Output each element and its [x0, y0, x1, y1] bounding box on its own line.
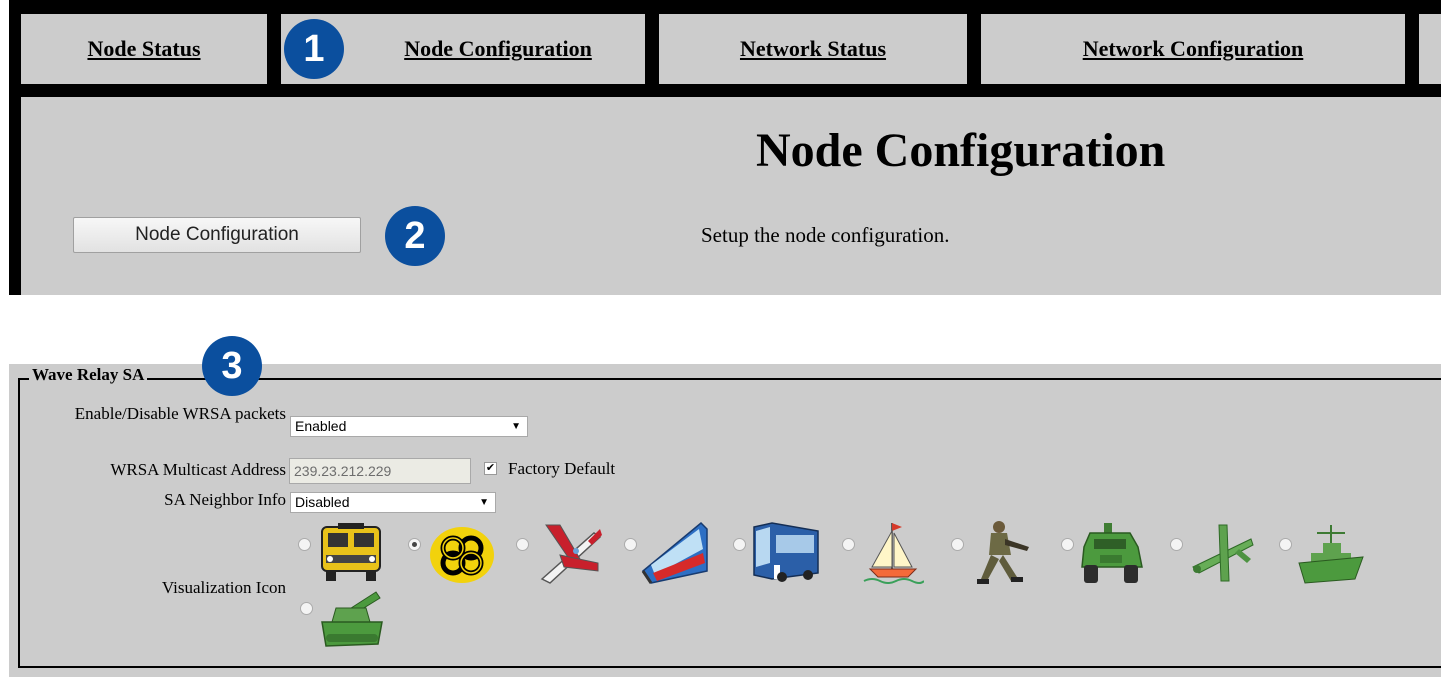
train-icon[interactable] — [641, 519, 709, 585]
factory-default-checkbox[interactable]: ✔ — [484, 462, 497, 475]
tab-more[interactable] — [1419, 14, 1441, 84]
multicast-address-label: WRSA Multicast Address — [110, 460, 286, 479]
icon-radio-train[interactable] — [624, 538, 637, 551]
sailboat-icon[interactable] — [862, 519, 924, 585]
icon-radio-celtic-knot[interactable] — [408, 538, 421, 551]
celtic-knot-icon[interactable] — [429, 526, 495, 584]
icon-radio-tank[interactable] — [300, 602, 313, 615]
bus-icon[interactable] — [752, 521, 820, 583]
fieldset-legend: Wave Relay SA — [29, 365, 148, 385]
drone-icon[interactable] — [1189, 519, 1255, 585]
icon-radio-sailboat[interactable] — [842, 538, 855, 551]
tank-icon[interactable] — [318, 586, 386, 652]
icon-radio-drone[interactable] — [1170, 538, 1183, 551]
sa-neighbor-info-select[interactable]: Disabled ▼ — [290, 492, 496, 513]
node-configuration-button[interactable]: Node Configuration — [73, 217, 361, 253]
visualization-icon-label: Visualization Icon — [161, 578, 286, 597]
callout-badge-3: 3 — [202, 336, 262, 396]
factory-default-label: Factory Default — [508, 459, 616, 478]
soldier-icon[interactable] — [971, 519, 1031, 587]
callout-badge-2: 2 — [385, 206, 445, 266]
tab-node-configuration-link[interactable]: Node Configuration — [404, 36, 592, 62]
tab-network-status[interactable]: Network Status — [659, 14, 967, 84]
icon-radio-soldier[interactable] — [951, 538, 964, 551]
school-bus-icon[interactable] — [318, 521, 384, 583]
callout-badge-1: 1 — [284, 19, 344, 79]
icon-radio-humvee[interactable] — [1061, 538, 1074, 551]
tab-node-status[interactable]: Node Status — [21, 14, 267, 84]
icon-radio-bus[interactable] — [733, 538, 746, 551]
icon-radio-warship[interactable] — [1279, 538, 1292, 551]
dropdown-arrow-icon: ▼ — [511, 421, 521, 432]
warship-icon[interactable] — [1297, 521, 1365, 585]
checkmark-icon: ✔ — [485, 462, 496, 474]
page-header: Node Configuration Node Configuration Se… — [21, 97, 1441, 295]
icon-radio-school-bus[interactable] — [298, 538, 311, 551]
tab-network-configuration[interactable]: Network Configuration — [981, 14, 1405, 84]
sa-neighbor-info-value: Disabled — [295, 494, 350, 510]
page-description: Setup the node configuration. — [701, 223, 950, 247]
enable-wrsa-value: Enabled — [295, 418, 347, 434]
multicast-address-input[interactable] — [289, 458, 471, 484]
dropdown-arrow-icon: ▼ — [479, 497, 489, 508]
airplane-icon[interactable] — [536, 519, 604, 587]
icon-radio-airplane[interactable] — [516, 538, 529, 551]
tab-network-configuration-link[interactable]: Network Configuration — [1083, 36, 1304, 62]
tab-node-status-link[interactable]: Node Status — [87, 36, 200, 62]
page-title: Node Configuration — [756, 124, 1166, 177]
enable-wrsa-select[interactable]: Enabled ▼ — [290, 416, 528, 437]
tab-network-status-link[interactable]: Network Status — [740, 36, 886, 62]
enable-wrsa-label: Enable/Disable WRSA packets — [74, 404, 286, 423]
top-frame: Node Status Node Configuration Network S… — [9, 0, 1441, 295]
sa-neighbor-info-label: SA Neighbor Info — [164, 490, 286, 509]
humvee-icon[interactable] — [1078, 521, 1146, 585]
